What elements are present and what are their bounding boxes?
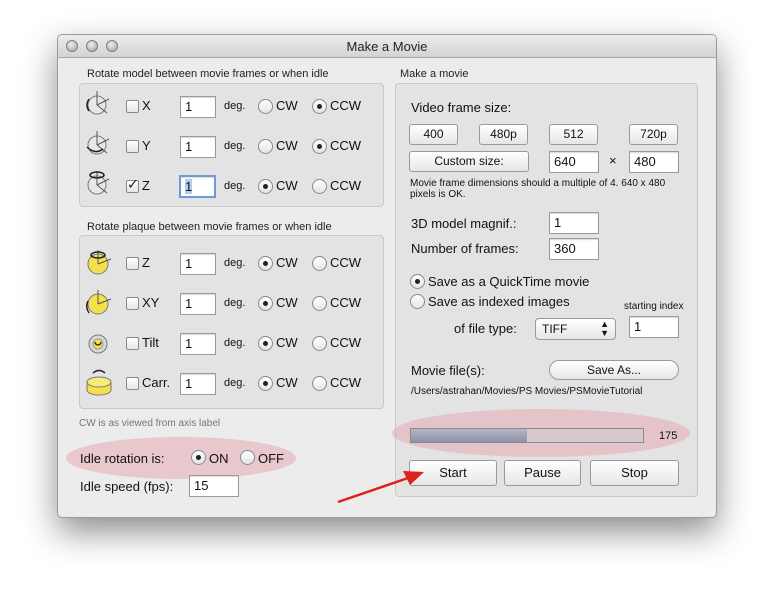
annotation-arrow	[337, 471, 424, 504]
